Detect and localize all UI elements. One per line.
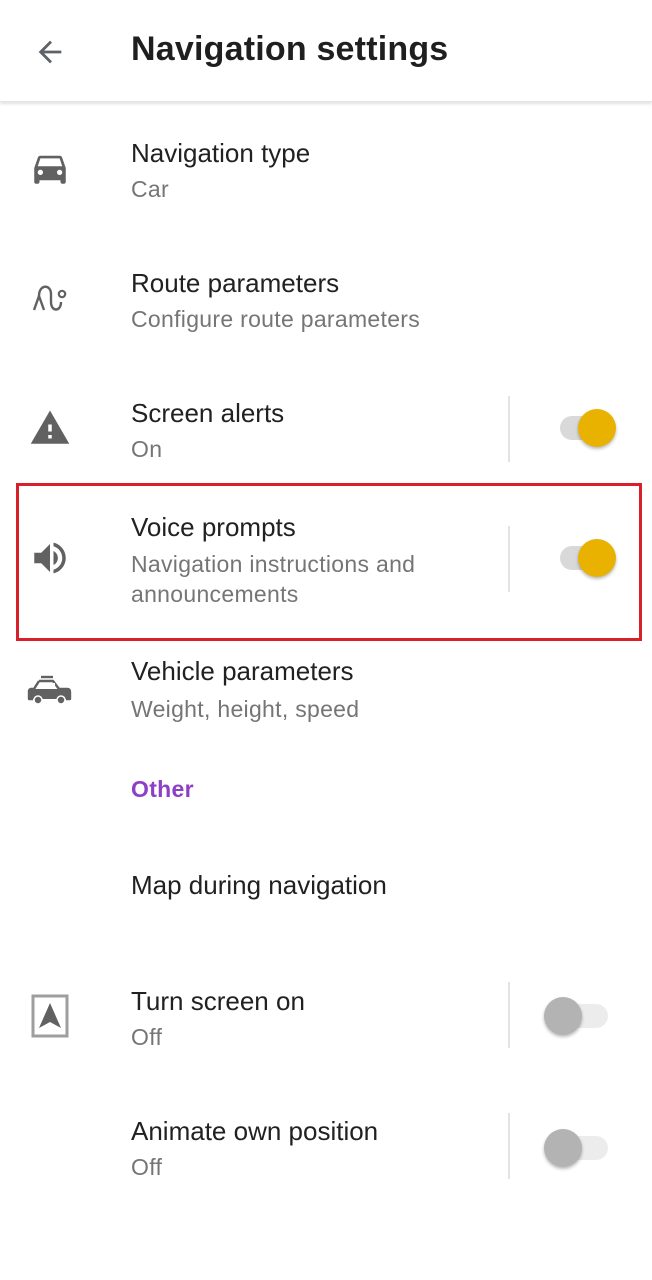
row-title: Voice prompts xyxy=(131,512,296,542)
vehicle-icon xyxy=(24,664,76,716)
row-subtitle: Navigation instructions and announcement… xyxy=(131,551,416,607)
back-button[interactable] xyxy=(24,26,76,78)
navigation-type-row[interactable]: Navigation type Car xyxy=(0,104,652,234)
turn-screen-on-switch[interactable] xyxy=(544,994,608,1038)
switch-thumb xyxy=(578,409,616,447)
row-subtitle: Off xyxy=(131,1154,163,1180)
screen-alerts-row[interactable]: Screen alerts On xyxy=(0,364,652,494)
voice-prompts-row[interactable]: Voice prompts Navigation instructions an… xyxy=(0,494,652,640)
animate-own-position-row[interactable]: Animate own position Off xyxy=(0,1080,652,1210)
switch-thumb xyxy=(544,1129,582,1167)
row-subtitle: Configure route parameters xyxy=(131,306,421,332)
vertical-divider xyxy=(508,526,510,592)
turn-screen-on-row[interactable]: Turn screen on Off xyxy=(0,950,652,1080)
switch-thumb xyxy=(544,997,582,1035)
switch-thumb xyxy=(578,539,616,577)
map-during-navigation-row[interactable]: Map during navigation xyxy=(0,834,652,944)
animate-own-position-switch[interactable] xyxy=(544,1126,608,1170)
vertical-divider xyxy=(508,396,510,462)
row-title: Animate own position xyxy=(131,1116,379,1146)
row-title: Vehicle parameters xyxy=(131,656,354,686)
row-subtitle: Weight, height, speed xyxy=(131,696,360,722)
row-title: Turn screen on xyxy=(131,986,305,1016)
navigation-arrow-icon xyxy=(24,990,76,1042)
car-icon xyxy=(24,142,76,194)
screen-alerts-switch[interactable] xyxy=(550,406,616,450)
speaker-icon xyxy=(24,532,76,584)
row-title: Map during navigation xyxy=(131,870,387,900)
section-header-other: Other xyxy=(131,776,194,802)
warning-icon xyxy=(24,402,76,454)
row-subtitle: Off xyxy=(131,1024,163,1050)
vertical-divider xyxy=(508,982,510,1048)
row-title: Navigation type xyxy=(131,138,311,168)
route-parameters-row[interactable]: Route parameters Configure route paramet… xyxy=(0,234,652,364)
vertical-divider xyxy=(508,1113,510,1179)
voice-prompts-switch[interactable] xyxy=(550,536,616,580)
route-icon xyxy=(24,272,76,324)
arrow-back-icon xyxy=(38,40,62,64)
row-title: Route parameters xyxy=(131,268,340,298)
row-title: Screen alerts xyxy=(131,398,285,428)
row-subtitle: Car xyxy=(131,176,169,202)
vehicle-parameters-row[interactable]: Vehicle parameters Weight, height, speed xyxy=(0,642,652,760)
page-title: Navigation settings xyxy=(131,30,449,68)
app-bar: Navigation settings xyxy=(0,0,652,102)
screen: Navigation settings Navigation type Car … xyxy=(0,0,652,1280)
row-subtitle: On xyxy=(131,436,163,462)
